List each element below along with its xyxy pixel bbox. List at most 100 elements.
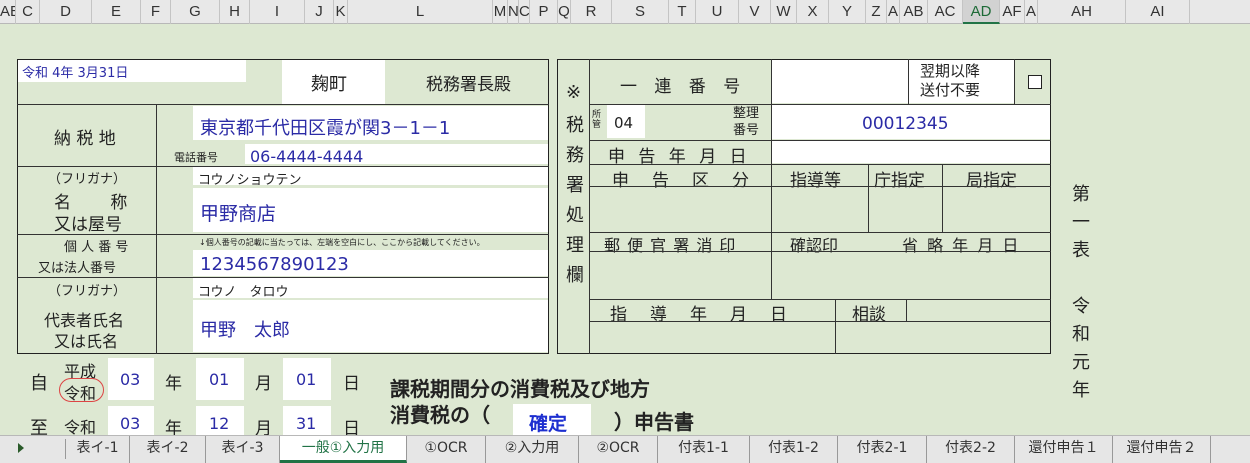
rep-label-2: 又は氏名 [54, 332, 119, 351]
from-day-unit: 日 [343, 374, 360, 394]
sheet-tab-bar: 表イ-1 表イ-2 表イ-3 一般①入力用 ①OCR ②入力用 ②OCR 付表1-1 付表1-2… [0, 435, 1250, 463]
column-header-g[interactable]: G [171, 0, 220, 24]
phone-label: 電話番号 [174, 151, 218, 164]
column-header-t[interactable]: T [669, 0, 696, 24]
column-header-j[interactable]: J [305, 0, 334, 24]
sheet-tab-8[interactable]: 付表1-1 [658, 436, 750, 463]
column-header-m[interactable]: M [493, 0, 508, 24]
name-kana-value[interactable]: コウノショウテン [198, 169, 301, 188]
return-title-line2: 消費税の（ [390, 403, 490, 427]
column-header-ae[interactable]: AE [0, 0, 16, 24]
return-title-line1: 課税期間分の消費税及び地方 [390, 377, 650, 401]
sheet-tab-13[interactable]: 還付申告２ [1113, 436, 1211, 463]
to-day-unit: 日 [343, 419, 360, 435]
from-year-value[interactable]: 03 [120, 370, 140, 389]
column-header-i[interactable]: I [250, 0, 305, 24]
sheet-tab-4[interactable]: 一般①入力用 [280, 436, 407, 463]
column-header-c[interactable]: C [16, 0, 40, 24]
column-header-s[interactable]: S [612, 0, 669, 24]
from-month-value[interactable]: 01 [209, 370, 229, 389]
side-label: 第一表 令和元年 [1069, 184, 1090, 408]
sheet-tab-9[interactable]: 付表1-2 [750, 436, 838, 463]
mynumber-label-1: 個 人 番 号 [64, 240, 129, 255]
shokan-label: 所管 [592, 110, 602, 130]
sheet-tab-10[interactable]: 付表2-1 [838, 436, 927, 463]
column-header-c[interactable]: C [519, 0, 530, 24]
address-value[interactable]: 東京都千代田区霞が関3－1－1 [200, 114, 450, 140]
column-header-ab[interactable]: AB [900, 0, 928, 24]
return-title-end: ）申告書 [614, 410, 694, 434]
tax-office-suffix: 税務署長殿 [426, 75, 511, 95]
rep-furigana-label: （フリガナ） [48, 284, 127, 299]
to-year-unit: 年 [165, 419, 182, 435]
era-reiwa-label: 令和 [64, 418, 97, 435]
sheet-tab-11[interactable]: 付表2-2 [927, 436, 1015, 463]
seiri-value[interactable]: 00012345 [862, 114, 949, 134]
shido-label: 指導等 [790, 171, 841, 191]
column-header-x[interactable]: X [797, 0, 829, 24]
sheet-tab-5[interactable]: ①OCR [407, 436, 486, 463]
column-header-u[interactable]: U [696, 0, 739, 24]
shokan-value[interactable]: 04 [614, 114, 633, 132]
seiri-label: 整理 番号 [733, 106, 760, 138]
scroll-tabs-right-icon[interactable] [18, 443, 24, 453]
column-header-a[interactable]: A [887, 0, 900, 24]
column-header-z[interactable]: Z [866, 0, 887, 24]
column-header-k[interactable]: K [334, 0, 348, 24]
to-year-value[interactable]: 03 [120, 414, 140, 433]
period-from-label: 自 [30, 373, 48, 394]
period-to-label: 至 [30, 418, 48, 435]
column-header-ah[interactable]: AH [1038, 0, 1126, 24]
column-header-bar: AECDEFGHIJKLMNCPQRSTUVWXYZAABACADAFAAHAI [0, 0, 1250, 24]
column-header-w[interactable]: W [771, 0, 797, 24]
sheet-tab-7[interactable]: ②OCR [579, 436, 658, 463]
column-header-p[interactable]: P [530, 0, 558, 24]
tax-office-name[interactable]: 麹町 [311, 70, 347, 96]
shoryaku-label: 省 略 年 月 日 [902, 236, 1021, 255]
sheet-tab-12[interactable]: 還付申告１ [1015, 436, 1113, 463]
column-header-ac[interactable]: AC [928, 0, 963, 24]
mynumber-label-2: 又は法人番号 [38, 261, 117, 276]
office-use-vertical-label: ※税務署処理欄 [563, 82, 584, 295]
kakunin-label: 確認印 [790, 236, 839, 255]
sheet-tab-3[interactable]: 表イ-3 [206, 436, 280, 463]
address-label: 納 税 地 [54, 129, 116, 149]
phone-value[interactable]: 06-4444-4444 [250, 147, 363, 166]
name-value[interactable]: 甲野商店 [200, 199, 276, 226]
column-header-ai[interactable]: AI [1126, 0, 1190, 24]
chou-label: 庁指定 [874, 171, 925, 191]
tsushin-label: 郵 便 官 署 消 印 [604, 236, 737, 255]
column-header-e[interactable]: E [92, 0, 141, 24]
filing-date[interactable]: 令和 4年 3月31日 [22, 62, 128, 81]
rep-kana-value[interactable]: コウノ タロウ [198, 281, 288, 300]
column-header-q[interactable]: Q [558, 0, 571, 24]
return-kind-value[interactable]: 確定 [529, 409, 567, 435]
sheet-tab-2[interactable]: 表イ-2 [130, 436, 206, 463]
era-reiwa-selected[interactable]: 令和 [64, 380, 96, 404]
column-header-d[interactable]: D [40, 0, 92, 24]
column-header-a[interactable]: A [1025, 0, 1038, 24]
to-month-value[interactable]: 12 [209, 414, 229, 433]
worksheet-grid[interactable]: 令和 4年 3月31日 麹町 税務署長殿 納 税 地 東京都千代田区霞が関3－1… [0, 24, 1250, 435]
shinkoku-kubun-label: 申 告 区 分 [612, 171, 752, 191]
column-header-r[interactable]: R [571, 0, 612, 24]
column-header-h[interactable]: H [220, 0, 250, 24]
mynumber-value[interactable]: 1234567890123 [200, 254, 349, 275]
next-period-checkbox[interactable] [1028, 75, 1042, 89]
sheet-tab-1[interactable]: 表イ-1 [66, 436, 130, 463]
column-header-l[interactable]: L [348, 0, 493, 24]
to-day-value[interactable]: 31 [296, 414, 316, 433]
from-year-unit: 年 [165, 374, 182, 394]
kyoku-label: 局指定 [966, 171, 1017, 191]
to-month-unit: 月 [255, 419, 272, 435]
column-header-n[interactable]: N [508, 0, 519, 24]
column-header-f[interactable]: F [141, 0, 171, 24]
column-header-v[interactable]: V [739, 0, 771, 24]
column-header-y[interactable]: Y [829, 0, 866, 24]
sheet-tab-6[interactable]: ②入力用 [486, 436, 579, 463]
from-month-unit: 月 [255, 374, 272, 394]
rep-name-value[interactable]: 甲野 太郎 [200, 316, 290, 342]
from-day-value[interactable]: 01 [296, 370, 316, 389]
column-header-af[interactable]: AF [1000, 0, 1025, 24]
column-header-ad[interactable]: AD [963, 0, 1000, 24]
